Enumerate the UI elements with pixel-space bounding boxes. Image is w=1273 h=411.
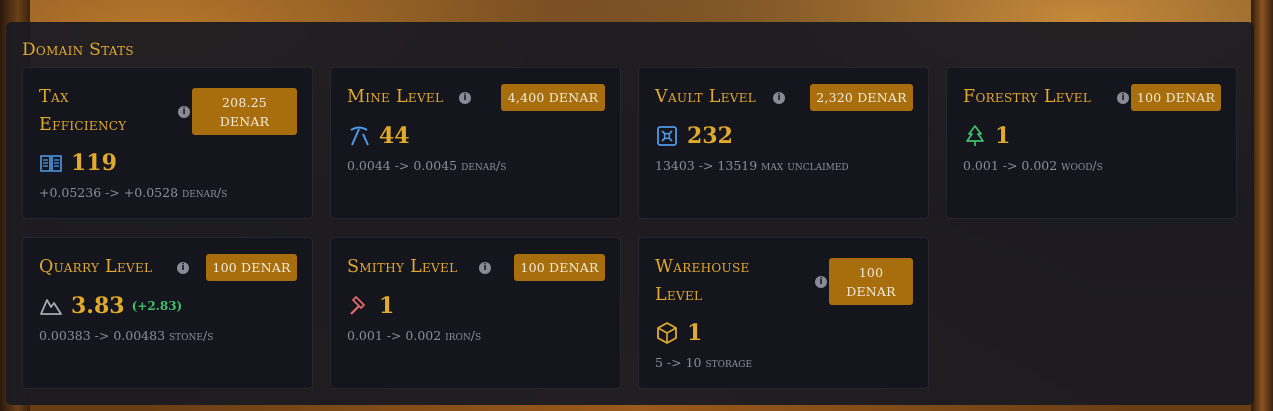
warehouse-level-card: Warehouse Level i 100 DENAR 1 5 -> 10 st… (638, 237, 929, 389)
rate-text: 0.001 -> 0.002 wood/s (963, 158, 1103, 173)
book-icon (40, 155, 62, 172)
card-title: Smithy Level (347, 257, 458, 277)
value-row: 3.83 (+2.83) (39, 293, 182, 319)
info-icon[interactable]: i (1117, 92, 1129, 104)
rate-text: 0.0044 -> 0.0045 denar/s (347, 158, 507, 173)
card-title: Mine Level (347, 87, 444, 107)
info-icon[interactable]: i (178, 106, 190, 118)
card-title: Vault Level (655, 87, 757, 107)
smithy-level-card: Smithy Level i 100 DENAR 1 0.001 -> 0.00… (330, 237, 621, 389)
stat-value: 232 (687, 123, 733, 149)
upgrade-cost-button[interactable]: 100 DENAR (829, 258, 913, 305)
pickaxe-icon (350, 126, 369, 146)
upgrade-cost-button[interactable]: 208.25 DENAR (192, 88, 297, 135)
rate-text: 5 -> 10 storage (655, 355, 753, 370)
value-row: 1 (347, 293, 394, 319)
value-row: 232 (655, 123, 733, 149)
stat-value: 1 (687, 320, 703, 346)
vault-level-card: Vault Level i 2,320 DENAR 232 13403 -> 1… (638, 67, 929, 219)
mountain-icon (40, 299, 62, 315)
tax-efficiency-card: Tax Efficiency i 208.25 DENAR 119 +0.052… (22, 67, 313, 219)
rate-text: 0.00383 -> 0.00483 stone/s (39, 328, 214, 343)
mine-level-card: Mine Level i 4,400 DENAR 44 0.0044 -> 0.… (330, 67, 621, 219)
value-row: 1 (963, 123, 1010, 149)
stat-value: 3.83 (71, 293, 125, 319)
panel-title: Domain Stats (22, 40, 134, 60)
info-icon[interactable]: i (459, 92, 471, 104)
card-title: Forestry Level (963, 87, 1092, 107)
stat-value: 44 (379, 123, 410, 149)
info-icon[interactable]: i (773, 92, 785, 104)
rate-text: 13403 -> 13519 max unclaimed (655, 158, 849, 173)
quarry-level-card: Quarry Level i 100 DENAR 3.83 (+2.83) 0.… (22, 237, 313, 389)
hammer-icon (350, 296, 365, 315)
upgrade-cost-button[interactable]: 100 DENAR (1131, 84, 1221, 111)
info-icon[interactable]: i (815, 276, 827, 288)
stat-value: 1 (995, 123, 1011, 149)
forestry-level-card: Forestry Level i 100 DENAR 1 0.001 -> 0.… (946, 67, 1237, 219)
vault-icon (657, 126, 677, 146)
upgrade-cost-button[interactable]: 2,320 DENAR (810, 84, 913, 111)
value-row: 1 (655, 320, 702, 346)
info-icon[interactable]: i (479, 262, 491, 274)
background-rock-right (1251, 0, 1273, 411)
value-row: 44 (347, 123, 410, 149)
card-title: Warehouse Level (655, 257, 750, 305)
rate-text: 0.001 -> 0.002 iron/s (347, 328, 482, 343)
upgrade-cost-button[interactable]: 100 DENAR (514, 254, 605, 281)
value-delta: (+2.83) (131, 299, 183, 313)
stat-value: 1 (379, 293, 395, 319)
tree-icon (966, 125, 984, 146)
upgrade-cost-button[interactable]: 100 DENAR (206, 254, 297, 281)
upgrade-cost-button[interactable]: 4,400 DENAR (501, 84, 605, 111)
value-row: 119 (39, 150, 117, 176)
card-title: Tax Efficiency (39, 87, 127, 135)
box-icon (657, 322, 677, 344)
card-title: Quarry Level (39, 257, 153, 277)
domain-stats-panel: Domain Stats Tax Efficiency i 208.25 DEN… (6, 22, 1254, 405)
rate-text: +0.05236 -> +0.0528 denar/s (39, 185, 228, 200)
info-icon[interactable]: i (177, 262, 189, 274)
stat-value: 119 (71, 150, 117, 176)
